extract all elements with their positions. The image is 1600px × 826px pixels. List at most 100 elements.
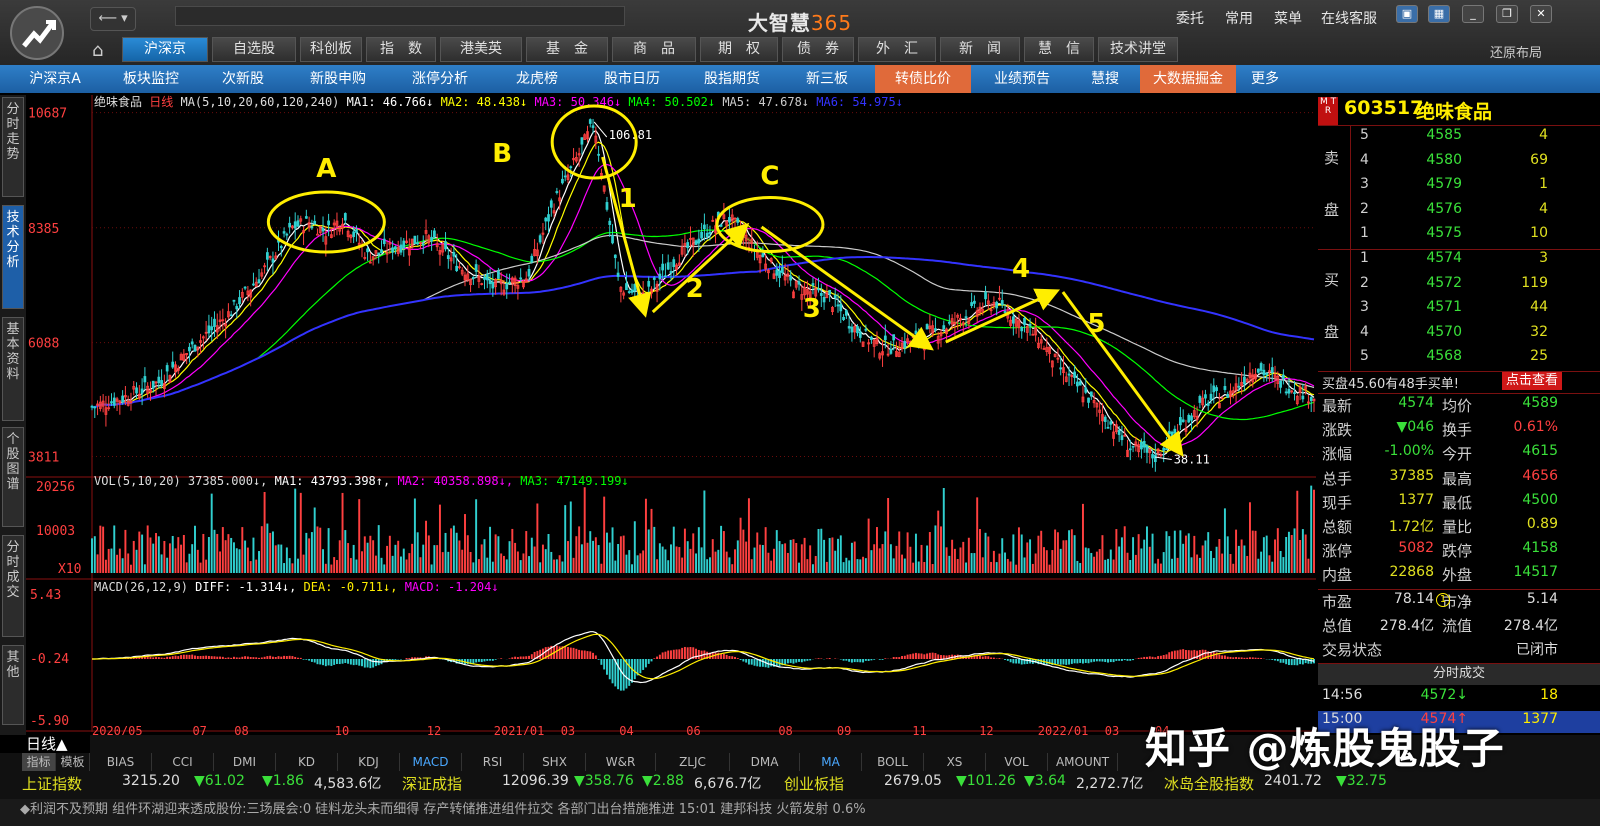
candle-body: [452, 252, 456, 257]
indicator-tab-13[interactable]: MA: [800, 753, 862, 771]
candle-body: [625, 283, 628, 291]
stat-label: 内盘: [1322, 566, 1353, 585]
candle-body: [627, 291, 631, 293]
indicator-tab-4[interactable]: DMI: [214, 753, 276, 771]
market-tab-0[interactable]: 沪深京: [122, 37, 208, 62]
sell-price: 4575: [1426, 225, 1462, 241]
close-icon[interactable]: ✕: [1530, 5, 1552, 23]
indicator-tab-12[interactable]: DMA: [730, 753, 800, 771]
left-tab-0[interactable]: 分时走势: [2, 97, 24, 197]
candle-body: [588, 119, 592, 124]
menu-main[interactable]: 菜单: [1274, 8, 1302, 28]
buy-label-1: 买: [1324, 271, 1340, 289]
candle-body: [293, 221, 297, 229]
indicator-tab-7[interactable]: MACD: [400, 753, 462, 771]
sub-tab-11[interactable]: 慧搜: [1075, 65, 1135, 93]
trade-volume: 18: [1540, 687, 1558, 703]
candle-body: [1151, 454, 1154, 459]
period-label[interactable]: 日线▲: [0, 735, 90, 753]
market-tab-4[interactable]: 港美英: [440, 37, 522, 62]
indicator-tab-0[interactable]: 指标: [22, 753, 56, 771]
index-name[interactable]: 创业板指: [784, 773, 844, 794]
indicator-tab-2[interactable]: BIAS: [90, 753, 152, 771]
sub-tab-3[interactable]: 新股申购: [290, 65, 386, 93]
market-tab-12[interactable]: 技术讲堂: [1098, 37, 1178, 62]
indicator-tab-16[interactable]: VOL: [986, 753, 1048, 771]
candle-body: [1226, 393, 1230, 398]
indicator-tab-5[interactable]: KD: [276, 753, 338, 771]
market-tab-9[interactable]: 外 汇: [858, 37, 936, 62]
indicator-tab-9[interactable]: SHX: [524, 753, 586, 771]
left-tab-1[interactable]: 技术分析: [2, 205, 24, 309]
candle-body: [1265, 373, 1269, 375]
view-button[interactable]: 点击查看: [1502, 372, 1562, 390]
kline-chart[interactable]: 10687 8385 6088 3811 20256 10003 X10 5.43 -0.2…: [26, 95, 1316, 735]
sub-tab-10[interactable]: 业绩预告: [975, 65, 1069, 93]
sub-tab-2[interactable]: 次新股: [200, 65, 286, 93]
left-tab-2[interactable]: 基本资料: [2, 317, 24, 421]
home-icon[interactable]: ⌂: [92, 40, 103, 61]
market-tab-3[interactable]: 指 数: [366, 37, 436, 62]
stat-value: 37385: [1389, 467, 1434, 484]
indicator-tab-11[interactable]: ZLJC: [656, 753, 730, 771]
sub-tab-6[interactable]: 股市日历: [585, 65, 679, 93]
indicator-tab-17[interactable]: AMOUNT: [1048, 753, 1118, 771]
market-tab-5[interactable]: 基 金: [526, 37, 608, 62]
sub-tab-5[interactable]: 龙虎榜: [494, 65, 580, 93]
index-name[interactable]: 上证指数: [22, 773, 82, 794]
market-tab-7[interactable]: 期 权: [700, 37, 778, 62]
candle-body: [1165, 448, 1168, 451]
indicator-tab-15[interactable]: XS: [924, 753, 986, 771]
candle-body: [870, 336, 873, 340]
candle-body: [1279, 380, 1282, 388]
left-tab-5[interactable]: 其他: [2, 645, 24, 725]
market-tab-2[interactable]: 科创板: [300, 37, 362, 62]
sub-tab-9[interactable]: 转债比价: [875, 65, 971, 93]
layout-icon[interactable]: ▣: [1396, 5, 1418, 23]
restore-icon[interactable]: ❐: [1496, 5, 1518, 23]
candle-body: [775, 269, 779, 276]
minimize-icon[interactable]: _: [1462, 5, 1484, 23]
indicator-tab-6[interactable]: KDJ: [338, 753, 400, 771]
candle-body: [232, 299, 236, 302]
sub-tab-13[interactable]: 更多: [1240, 65, 1290, 93]
image-icon[interactable]: ▦: [1428, 5, 1450, 23]
indicator-tab-8[interactable]: RSI: [462, 753, 524, 771]
back-button[interactable]: ⟵ ▾: [90, 7, 136, 31]
market-tab-6[interactable]: 商 品: [612, 37, 696, 62]
arrow-label-4: 4: [1012, 254, 1030, 284]
indicator-tab-3[interactable]: CCI: [152, 753, 214, 771]
sub-tab-0[interactable]: 沪深京A: [10, 65, 100, 93]
candle-body: [1170, 431, 1174, 437]
candle-body: [402, 240, 406, 249]
left-tab-4[interactable]: 分时成交: [2, 535, 24, 637]
sub-tab-4[interactable]: 涨停分析: [390, 65, 490, 93]
indicator-tab-10[interactable]: W&R: [586, 753, 656, 771]
market-tab-8[interactable]: 债 券: [782, 37, 854, 62]
sub-tab-1[interactable]: 板块监控: [105, 65, 197, 93]
menu-entrust[interactable]: 委托: [1176, 8, 1204, 28]
candle-body: [1243, 376, 1246, 385]
menu-common[interactable]: 常用: [1225, 8, 1253, 28]
sub-tab-7[interactable]: 股指期货: [684, 65, 780, 93]
buy-price: 4574: [1426, 250, 1462, 266]
market-tab-11[interactable]: 慧 信: [1024, 37, 1094, 62]
market-tab-1[interactable]: 自选股: [212, 37, 296, 62]
market-tab-10[interactable]: 新 闻: [940, 37, 1020, 62]
address-bar[interactable]: [175, 6, 625, 26]
candle-body: [530, 255, 534, 263]
menu-service[interactable]: 在线客服: [1321, 8, 1377, 28]
news-ticker[interactable]: ◆利润不及预期 组件环湖迎来透成股份:三场展会:0 硅料龙头未而细得 存产转储推…: [0, 799, 1600, 826]
sub-tab-8[interactable]: 新三板: [785, 65, 869, 93]
candle-body: [1067, 373, 1071, 376]
candle-body: [1167, 430, 1171, 434]
left-tab-3[interactable]: 个股图谱: [2, 427, 24, 527]
candle-body: [1087, 397, 1090, 403]
index-name[interactable]: 冰岛全股指数: [1164, 773, 1254, 794]
indicator-tab-14[interactable]: BOLL: [862, 753, 924, 771]
indicator-tab-1[interactable]: 模板: [56, 753, 90, 771]
sub-tab-12[interactable]: 大数据掘金: [1140, 65, 1236, 93]
stat-value: ▼046: [1396, 419, 1435, 436]
index-name[interactable]: 深证成指: [402, 773, 462, 794]
reset-layout-button[interactable]: 还原布局: [1490, 42, 1542, 61]
